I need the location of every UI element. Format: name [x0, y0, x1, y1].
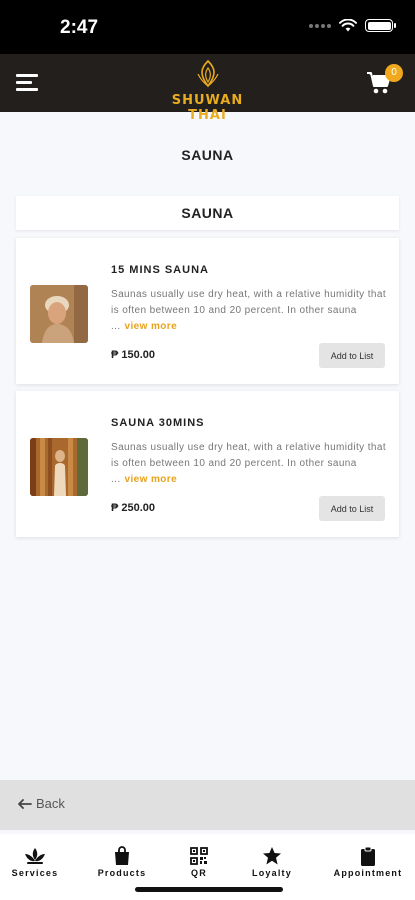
tab-label: Appointment [333, 868, 403, 878]
clipboard-icon [361, 846, 375, 866]
tab-appointment[interactable]: Appointment [326, 846, 410, 878]
tab-label: Products [97, 868, 147, 878]
lotus-logo-icon [196, 59, 219, 88]
category-header: SAUNA [16, 196, 399, 230]
battery-icon [365, 19, 396, 32]
tab-qr[interactable]: QR [184, 846, 214, 878]
view-more-link[interactable]: view more [125, 321, 178, 332]
arrow-left-icon [18, 798, 32, 809]
cart-count-badge: 0 [385, 64, 403, 82]
service-card: SAUNA 30MINS Saunas usually use dry heat… [16, 391, 399, 537]
status-time: 2:47 [60, 17, 99, 38]
status-icons [309, 19, 396, 32]
tab-loyalty[interactable]: Loyalty [246, 846, 298, 878]
tab-products[interactable]: Products [92, 846, 152, 878]
add-to-list-button[interactable]: Add to List [319, 343, 385, 368]
back-bar: Back [0, 780, 415, 830]
cart-button[interactable]: 0 [365, 64, 403, 98]
back-button[interactable]: Back [18, 796, 65, 811]
home-indicator [135, 887, 283, 892]
page-title: SAUNA [181, 147, 234, 163]
service-image [30, 285, 88, 343]
menu-icon[interactable] [16, 74, 38, 92]
wifi-icon [339, 19, 357, 32]
tab-label: QR [191, 868, 207, 878]
star-icon [263, 847, 281, 865]
brand-name: SHUWAN THAI [171, 93, 244, 123]
view-more-link[interactable]: view more [125, 474, 178, 485]
service-card: 15 MINS SAUNA Saunas usually use dry hea… [16, 238, 399, 384]
signal-icon [309, 23, 331, 28]
status-bar: 2:47 [0, 0, 415, 54]
tab-label: Services [11, 868, 59, 878]
lotus-icon [25, 848, 45, 864]
back-label: Back [36, 796, 65, 811]
service-description: Saunas usually use dry heat, with a rela… [111, 287, 387, 335]
service-description: Saunas usually use dry heat, with a rela… [111, 440, 387, 488]
tab-services[interactable]: Services [6, 846, 64, 878]
app-header: SHUWAN THAI 0 [0, 54, 415, 123]
brand-logo: SHUWAN THAI [150, 59, 265, 123]
tab-label: Loyalty [252, 868, 292, 878]
qr-code-icon [190, 847, 208, 865]
service-name: SAUNA 30MINS [111, 417, 205, 429]
service-name: 15 MINS SAUNA [111, 264, 209, 276]
service-price: ₱ 150.00 [111, 349, 156, 361]
service-image [30, 438, 88, 496]
add-to-list-button[interactable]: Add to List [319, 496, 385, 521]
service-price: ₱ 250.00 [111, 502, 156, 514]
shopping-bag-icon [115, 846, 129, 865]
